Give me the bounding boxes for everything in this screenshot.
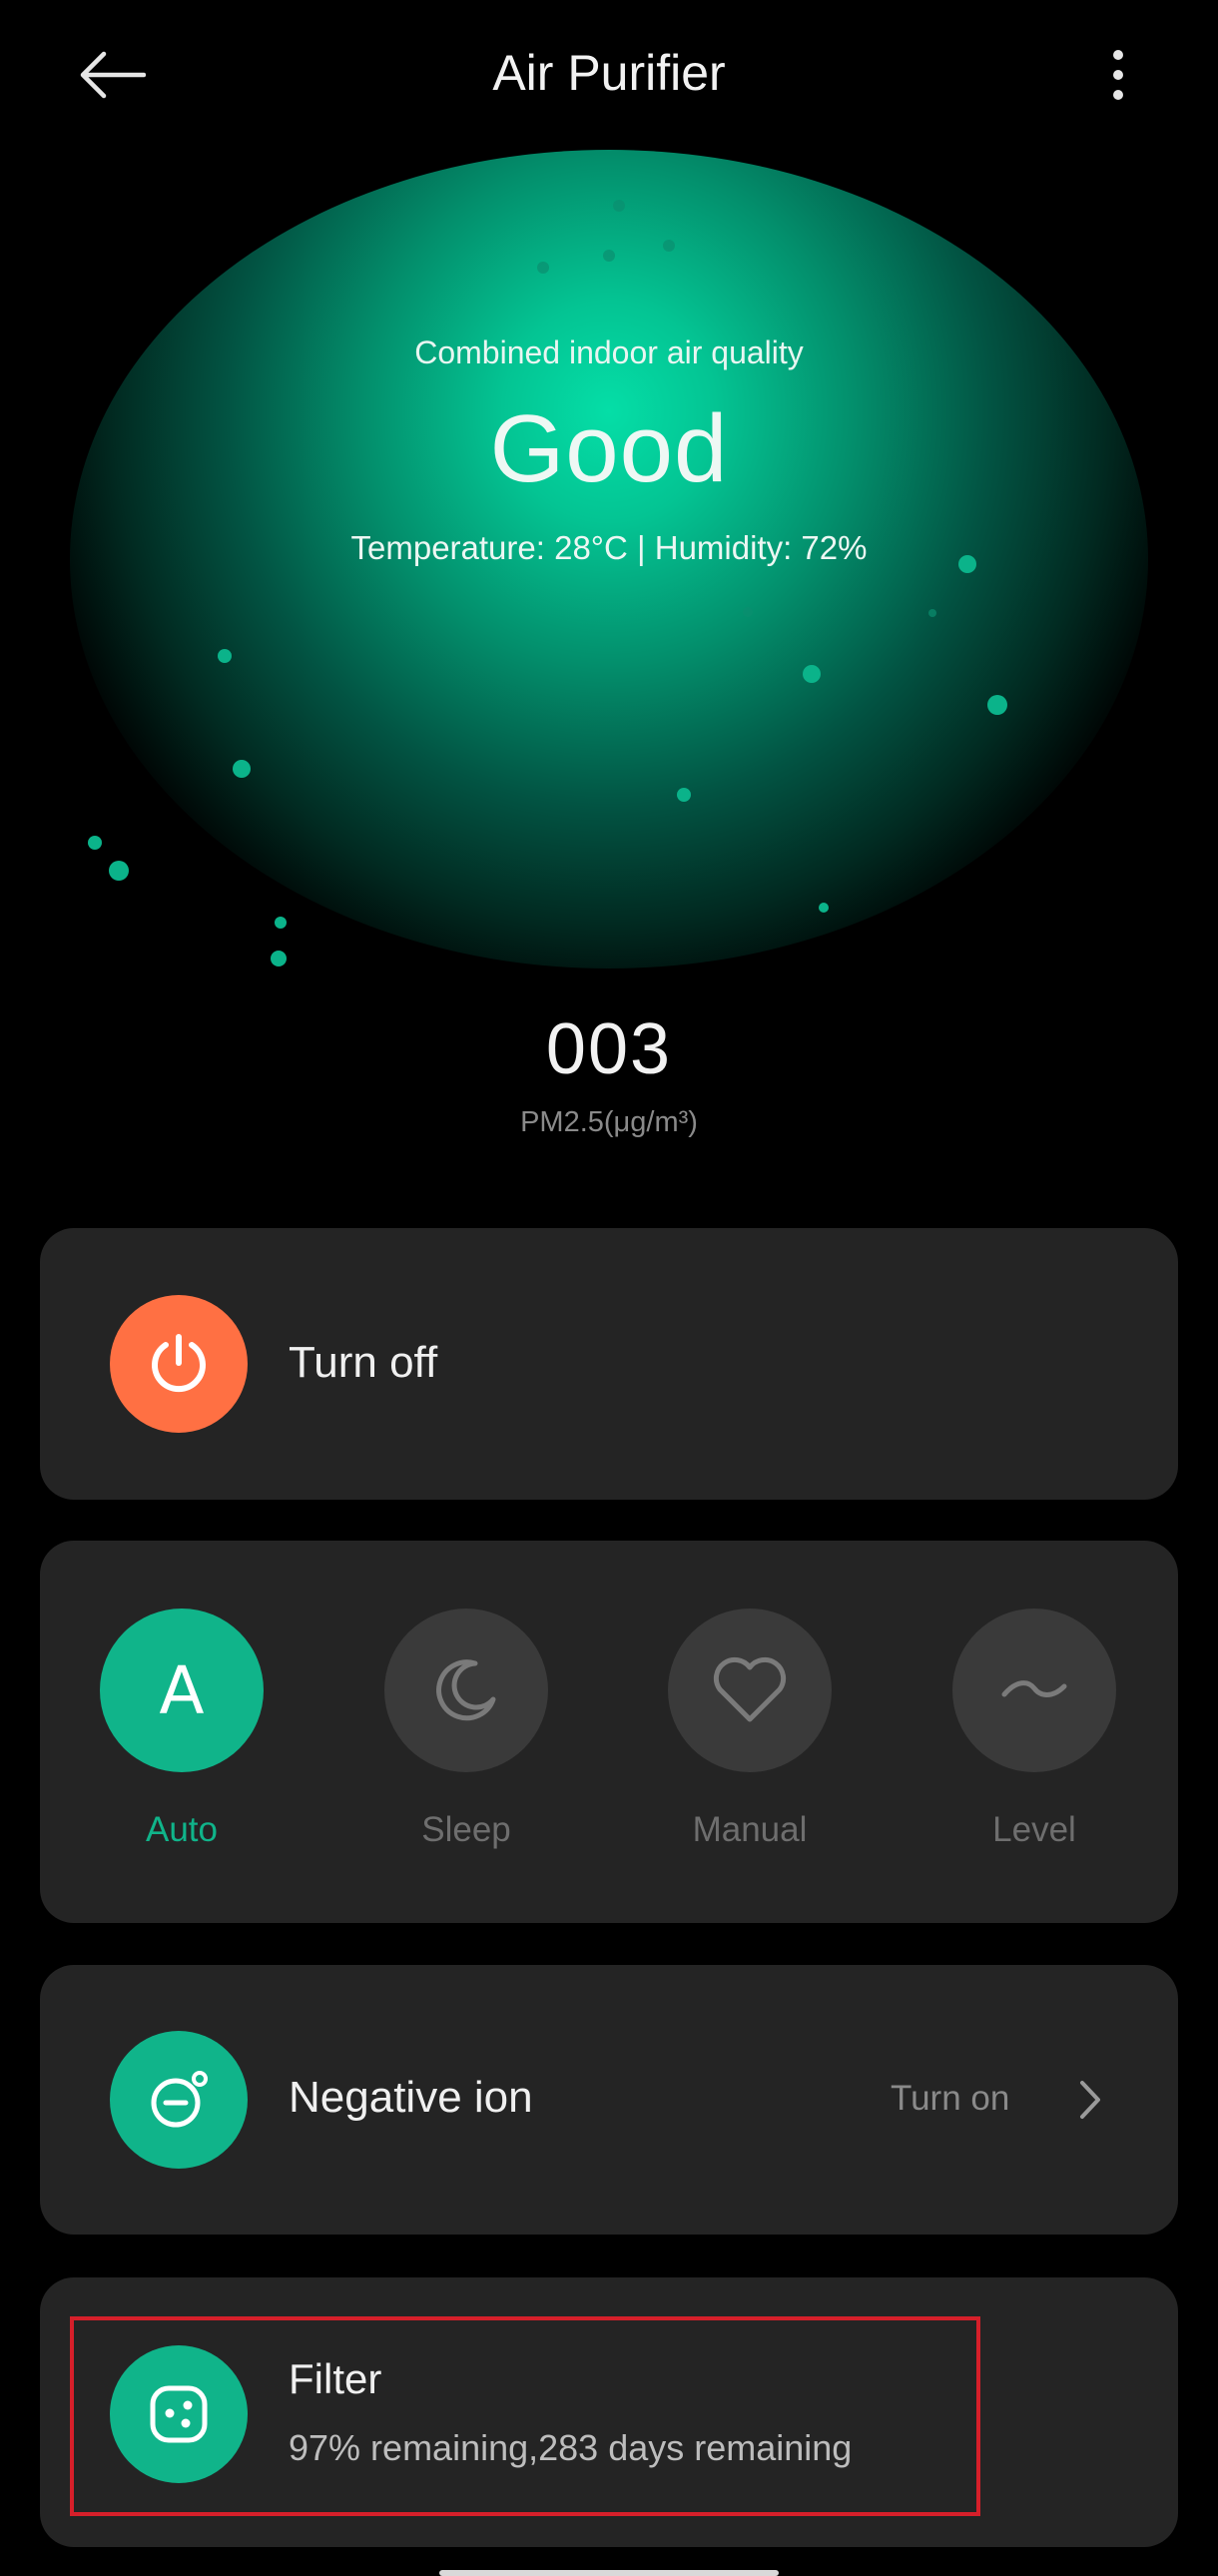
mode-label-manual: Manual [692, 1810, 808, 1849]
particle-dot [803, 665, 821, 683]
modes-card: A Auto Sleep Manual Level [40, 1541, 1178, 1923]
particle-dot [987, 695, 1007, 715]
more-options-button[interactable] [1078, 35, 1158, 115]
particle-dot [613, 200, 625, 212]
particle-dot [743, 607, 753, 617]
particle-dot [233, 760, 251, 778]
mode-sleep[interactable]: Sleep [366, 1609, 566, 1850]
particle-dot [663, 240, 675, 252]
negative-ion-label: Negative ion [289, 2073, 533, 2122]
heart-icon [713, 1656, 787, 1722]
negative-ion-icon [151, 2071, 208, 2128]
particle-dot [275, 917, 287, 929]
power-label: Turn off [289, 1338, 438, 1387]
air-quality-visual: Combined indoor air quality Good Tempera… [0, 150, 1218, 1008]
air-quality-value: Good [489, 395, 729, 502]
power-card[interactable]: Turn off [40, 1228, 1178, 1500]
pm25-unit: PM2.5(μg/m³) [520, 1106, 698, 1138]
chevron-right-icon [1080, 2081, 1100, 2119]
manual-mode-button[interactable] [668, 1609, 832, 1772]
tilde-icon [1001, 1680, 1067, 1697]
particle-dot [603, 250, 615, 262]
mode-label-level: Level [992, 1810, 1076, 1849]
particle-dot [928, 609, 936, 617]
air-quality-label: Combined indoor air quality [414, 334, 804, 370]
particle-dot [819, 903, 829, 913]
mode-level[interactable]: Level [934, 1609, 1134, 1850]
auto-mode-button[interactable]: A [100, 1609, 264, 1772]
mode-manual[interactable]: Manual [650, 1609, 850, 1850]
particle-dot [109, 861, 129, 881]
particle-dot [271, 951, 287, 966]
more-vertical-icon [1113, 50, 1123, 100]
mode-label-auto: Auto [146, 1810, 218, 1849]
moon-icon [436, 1659, 496, 1721]
negative-ion-card[interactable]: Negative ion Turn on [40, 1965, 1178, 2235]
particle-dot [88, 836, 102, 850]
highlight-box [70, 2316, 980, 2516]
negative-ion-icon-badge [110, 2031, 248, 2169]
power-button[interactable] [110, 1295, 248, 1433]
temperature-humidity-readout: Temperature: 28°C | Humidity: 72% [350, 529, 868, 566]
level-mode-button[interactable] [952, 1609, 1116, 1772]
pm25-value: 003 [545, 1009, 673, 1089]
letter-a-icon: A [159, 1651, 205, 1729]
particle-dot [537, 262, 549, 274]
page-title: Air Purifier [492, 45, 726, 101]
mode-label-sleep: Sleep [421, 1810, 511, 1849]
particle-dot [218, 649, 232, 663]
mode-auto[interactable]: A Auto [82, 1609, 282, 1850]
power-icon [152, 1334, 206, 1393]
home-indicator[interactable] [439, 2570, 779, 2576]
negative-ion-action[interactable]: Turn on [891, 2079, 1009, 2119]
particle-dot [677, 788, 691, 802]
sleep-mode-button[interactable] [384, 1609, 548, 1772]
